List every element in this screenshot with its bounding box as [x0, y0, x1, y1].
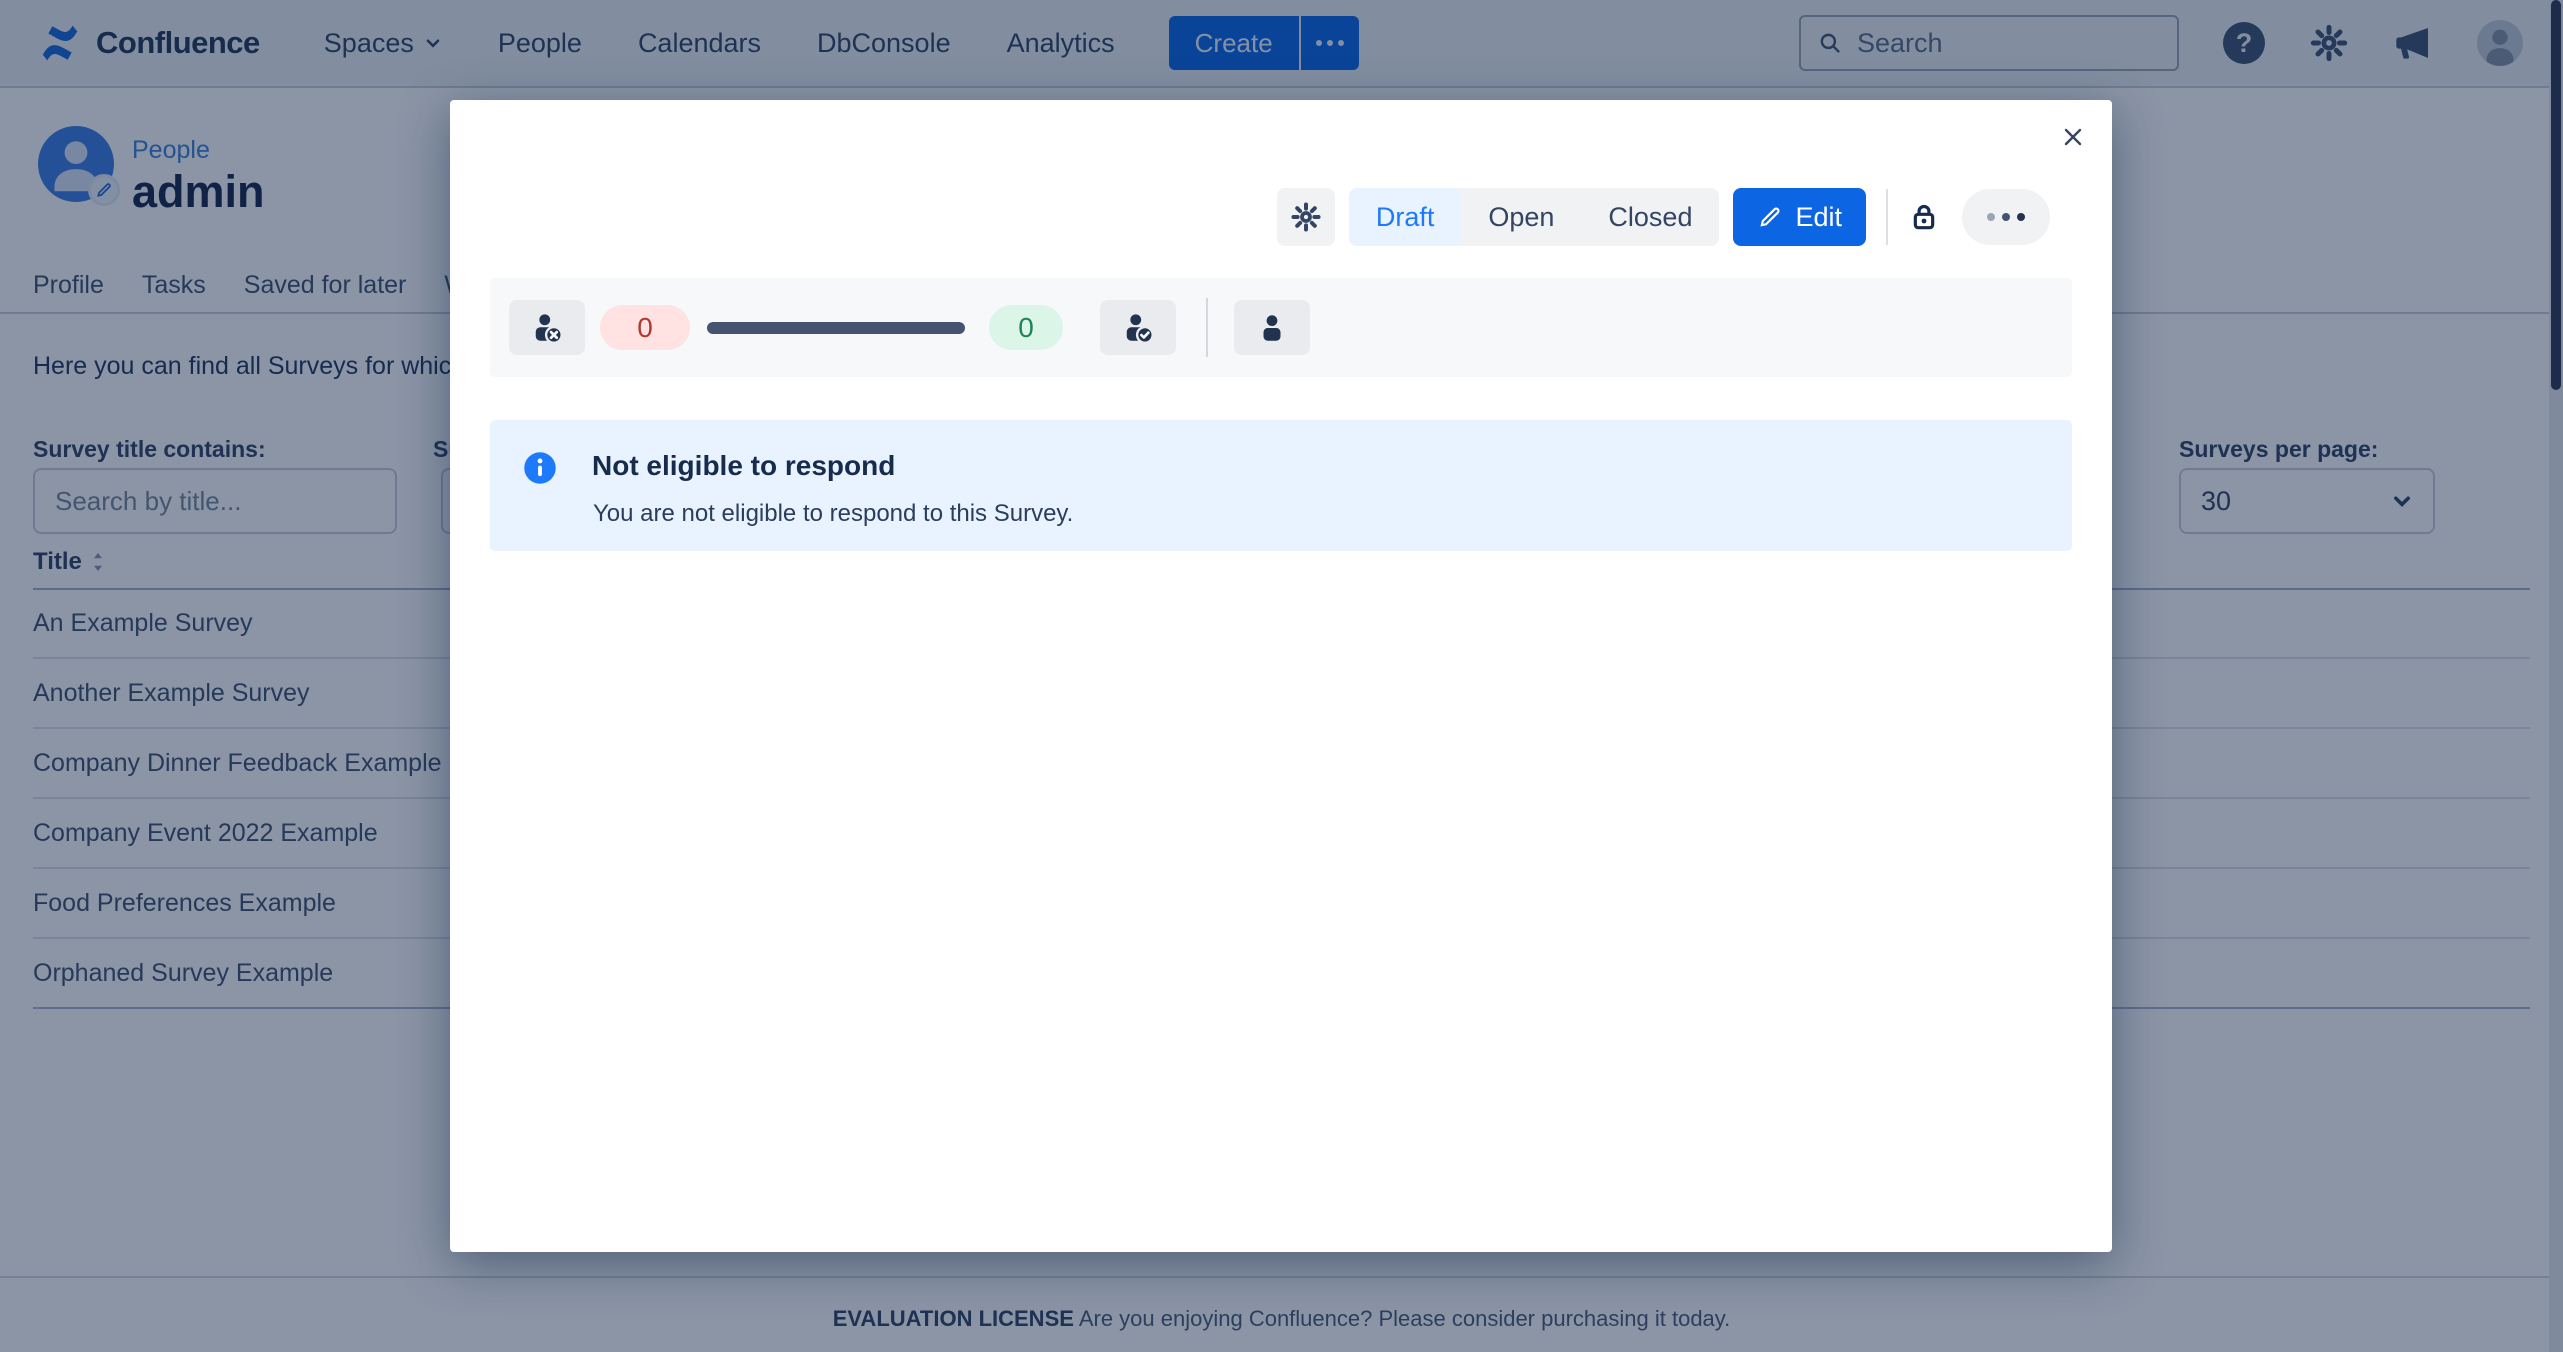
state-open[interactable]: Open — [1461, 188, 1581, 246]
lock-icon — [1908, 201, 1940, 233]
controls-divider — [1886, 189, 1888, 245]
state-closed[interactable]: Closed — [1581, 188, 1719, 246]
person-x-icon — [529, 310, 565, 346]
info-icon — [522, 450, 558, 491]
strip-divider — [1206, 298, 1208, 357]
pencil-icon — [1757, 204, 1783, 230]
close-button[interactable] — [2058, 122, 2088, 152]
completed-count-badge: 0 — [989, 305, 1063, 350]
person-icon — [1255, 311, 1289, 345]
survey-modal: Another Example Survey Draft Open Closed… — [450, 100, 2112, 1252]
participation-strip: 0 0 — [490, 278, 2072, 377]
gear-icon — [1290, 201, 1322, 233]
state-draft[interactable]: Draft — [1349, 188, 1462, 246]
close-icon — [2061, 125, 2085, 149]
declined-count-badge: 0 — [600, 305, 690, 350]
participants-button[interactable] — [1234, 300, 1310, 355]
info-heading: Not eligible to respond — [592, 450, 895, 482]
state-segmented-control: Draft Open Closed — [1349, 188, 1720, 246]
edit-button[interactable]: Edit — [1733, 188, 1866, 246]
survey-controls: Draft Open Closed Edit — [1277, 188, 2050, 246]
more-actions-button[interactable] — [1962, 189, 2050, 245]
survey-settings-button[interactable] — [1277, 188, 1335, 246]
completed-users-button[interactable] — [1100, 300, 1176, 355]
progress-bar — [707, 322, 965, 334]
info-panel: Not eligible to respond You are not elig… — [490, 420, 2072, 551]
person-check-icon — [1120, 310, 1156, 346]
ellipsis-icon — [1987, 213, 1995, 221]
info-body: You are not eligible to respond to this … — [593, 500, 1073, 528]
declined-users-button[interactable] — [509, 300, 585, 355]
